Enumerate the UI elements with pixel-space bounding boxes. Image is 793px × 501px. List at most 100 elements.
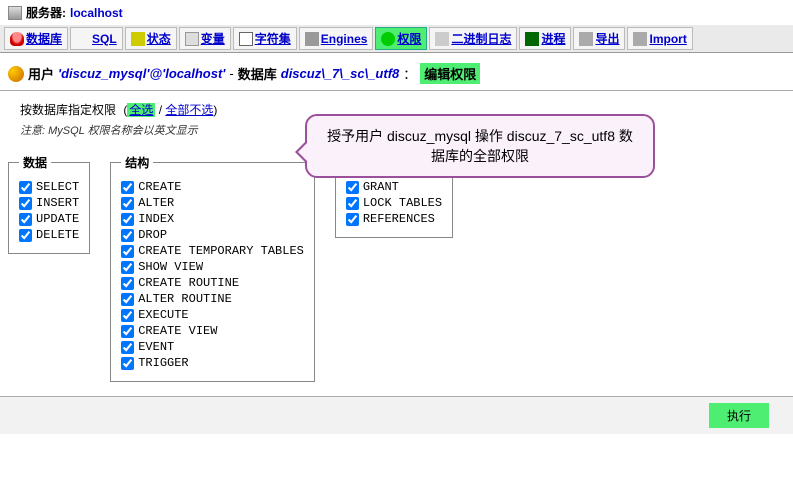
tab-sql[interactable]: SQL xyxy=(70,27,123,50)
priv-index[interactable]: INDEX xyxy=(121,211,304,227)
priv-label: CREATE ROUTINE xyxy=(138,276,239,290)
database-value: discuz\_7\_sc\_utf8 xyxy=(281,66,400,81)
callout-bubble: 授予用户 discuz_mysql 操作 discuz_7_sc_utf8 数据… xyxy=(305,114,655,178)
tab-import[interactable]: Import xyxy=(627,27,692,50)
priv-label: EXECUTE xyxy=(138,308,188,322)
priv-checkbox[interactable] xyxy=(346,181,359,194)
databases-icon xyxy=(10,32,24,46)
priv-label: INDEX xyxy=(138,212,174,226)
server-label: 服务器: xyxy=(26,4,66,21)
tab-variables[interactable]: 变量 xyxy=(179,27,231,50)
priv-checkbox[interactable] xyxy=(19,197,32,210)
priv-label: INSERT xyxy=(36,196,79,210)
priv-checkbox[interactable] xyxy=(121,229,134,242)
tab-label: 字符集 xyxy=(255,30,291,47)
binlog-icon xyxy=(435,32,449,46)
priv-label: LOCK TABLES xyxy=(363,196,442,210)
tab-label: SQL xyxy=(92,32,117,46)
tab-engines[interactable]: Engines xyxy=(299,27,374,50)
priv-checkbox[interactable] xyxy=(121,277,134,290)
colon: ： xyxy=(403,64,416,83)
priv-checkbox[interactable] xyxy=(121,245,134,258)
priv-lock-tables[interactable]: LOCK TABLES xyxy=(346,195,442,211)
priv-checkbox[interactable] xyxy=(19,213,32,226)
priv-checkbox[interactable] xyxy=(121,197,134,210)
priv-checkbox[interactable] xyxy=(121,213,134,226)
priv-create-view[interactable]: CREATE VIEW xyxy=(121,323,304,339)
priv-create-routine[interactable]: CREATE ROUTINE xyxy=(121,275,304,291)
priv-references[interactable]: REFERENCES xyxy=(346,211,442,227)
priv-insert[interactable]: INSERT xyxy=(19,195,79,211)
dash: - xyxy=(229,66,233,81)
server-bar: 服务器: localhost xyxy=(0,0,793,25)
priv-drop[interactable]: DROP xyxy=(121,227,304,243)
tab-databases[interactable]: 数据库 xyxy=(4,27,68,50)
priv-alter-routine[interactable]: ALTER ROUTINE xyxy=(121,291,304,307)
tab-label: 权限 xyxy=(397,30,421,47)
priv-label: DELETE xyxy=(36,228,79,242)
priv-checkbox[interactable] xyxy=(121,357,134,370)
tab-label: 进程 xyxy=(541,30,565,47)
engines-icon xyxy=(305,32,319,46)
select-none-link[interactable]: 全部不选 xyxy=(165,103,213,117)
edit-privileges-label: 编辑权限 xyxy=(420,63,480,84)
variables-icon xyxy=(185,32,199,46)
execute-button[interactable]: 执行 xyxy=(709,403,769,428)
user-heading: 用户 'discuz_mysql'@'localhost' - 数据库 disc… xyxy=(0,53,793,90)
priv-delete[interactable]: DELETE xyxy=(19,227,79,243)
tab-label: 状态 xyxy=(147,30,171,47)
priv-label: SHOW VIEW xyxy=(138,260,203,274)
main-toolbar: 数据库 SQL 状态变量 字符集 Engines 权限 二进制日志 进程 导出 Import xyxy=(0,25,793,53)
server-host: localhost xyxy=(70,6,123,20)
charsets-icon xyxy=(239,32,253,46)
select-all-link[interactable]: 全选 xyxy=(127,103,155,117)
priv-label: SELECT xyxy=(36,180,79,194)
tab-privileges[interactable]: 权限 xyxy=(375,27,427,50)
priv-checkbox[interactable] xyxy=(121,341,134,354)
priv-checkbox[interactable] xyxy=(121,293,134,306)
tab-label: 导出 xyxy=(595,30,619,47)
priv-checkbox[interactable] xyxy=(19,181,32,194)
priv-grant[interactable]: GRANT xyxy=(346,179,442,195)
priv-label: EVENT xyxy=(138,340,174,354)
priv-label: CREATE xyxy=(138,180,181,194)
priv-checkbox[interactable] xyxy=(346,213,359,226)
priv-execute[interactable]: EXECUTE xyxy=(121,307,304,323)
tab-label: Import xyxy=(649,32,686,46)
priv-label: DROP xyxy=(138,228,167,242)
data-legend: 数据 xyxy=(19,154,51,171)
priv-checkbox[interactable] xyxy=(121,261,134,274)
priv-checkbox[interactable] xyxy=(19,229,32,242)
footer-bar: 执行 xyxy=(0,396,793,434)
priv-select[interactable]: SELECT xyxy=(19,179,79,195)
tab-label: 二进制日志 xyxy=(451,30,511,47)
priv-create-temporary-tables[interactable]: CREATE TEMPORARY TABLES xyxy=(121,243,304,259)
priv-label: CREATE VIEW xyxy=(138,324,217,338)
priv-checkbox[interactable] xyxy=(346,197,359,210)
priv-label: REFERENCES xyxy=(363,212,435,226)
tab-processes[interactable]: 进程 xyxy=(519,27,571,50)
priv-show-view[interactable]: SHOW VIEW xyxy=(121,259,304,275)
user-icon xyxy=(8,66,24,82)
priv-trigger[interactable]: TRIGGER xyxy=(121,355,304,371)
priv-checkbox[interactable] xyxy=(121,181,134,194)
priv-update[interactable]: UPDATE xyxy=(19,211,79,227)
import-icon xyxy=(633,32,647,46)
tab-binlog[interactable]: 二进制日志 xyxy=(429,27,517,50)
priv-label: TRIGGER xyxy=(138,356,188,370)
structure-legend: 结构 xyxy=(121,154,153,171)
tab-charsets[interactable]: 字符集 xyxy=(233,27,297,50)
tab-label: Engines xyxy=(321,32,368,46)
priv-create[interactable]: CREATE xyxy=(121,179,304,195)
priv-label: ALTER xyxy=(138,196,174,210)
processes-icon xyxy=(525,32,539,46)
priv-label: GRANT xyxy=(363,180,399,194)
tab-status[interactable]: 状态 xyxy=(125,27,177,50)
tab-export[interactable]: 导出 xyxy=(573,27,625,50)
export-icon xyxy=(579,32,593,46)
priv-checkbox[interactable] xyxy=(121,325,134,338)
priv-checkbox[interactable] xyxy=(121,309,134,322)
priv-event[interactable]: EVENT xyxy=(121,339,304,355)
data-group: 数据 SELECT INSERTUPDATEDELETE xyxy=(8,154,90,254)
priv-alter[interactable]: ALTER xyxy=(121,195,304,211)
